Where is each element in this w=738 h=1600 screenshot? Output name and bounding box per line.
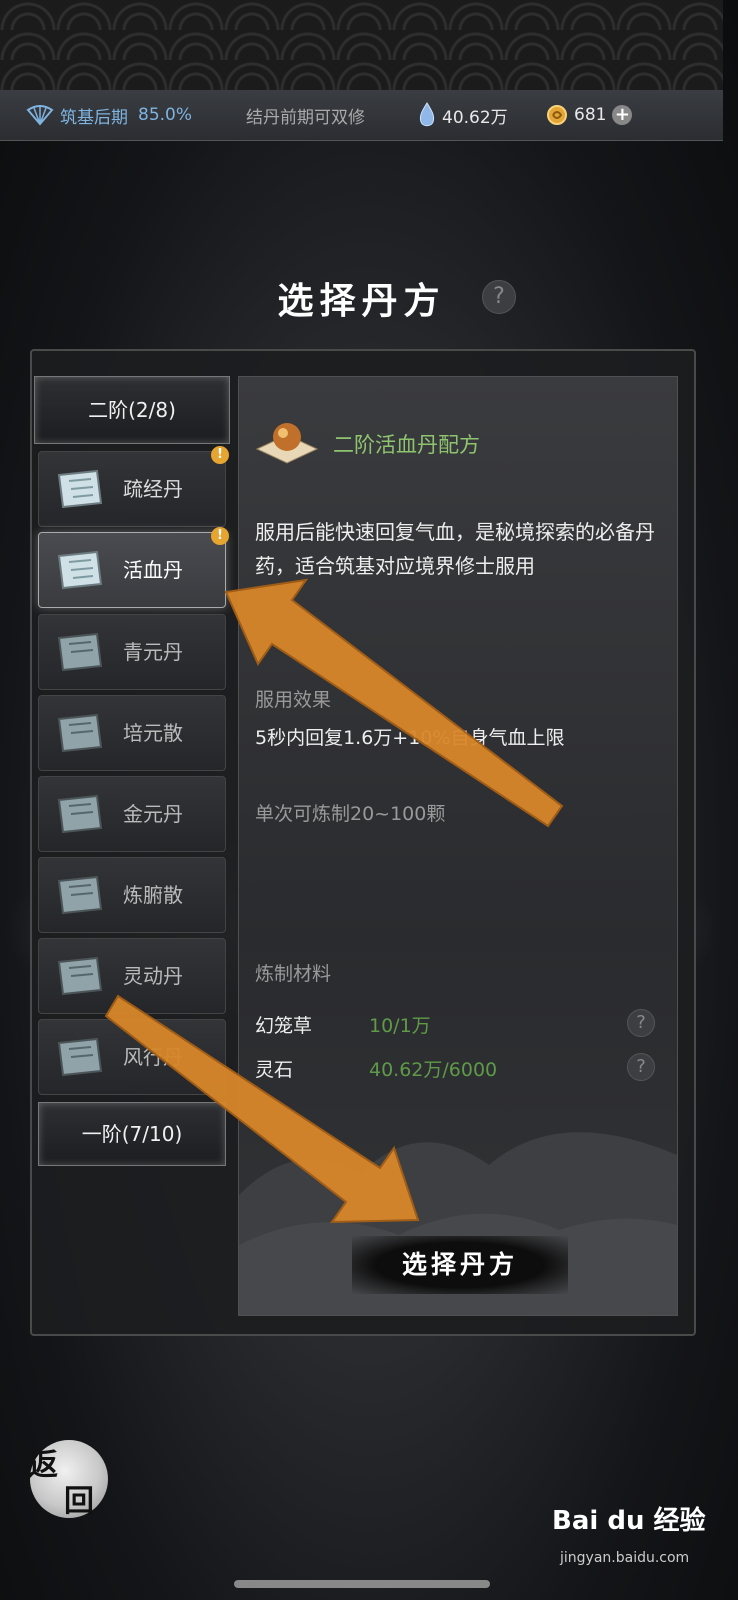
- scroll-icon: [57, 956, 103, 996]
- material-amount: 40.62万/6000: [369, 1059, 498, 1081]
- coin-icon: [547, 105, 567, 125]
- yield-text: 单次可炼制20~100颗: [255, 803, 446, 825]
- decorative-wave-band: [0, 0, 723, 90]
- watermark-url: jingyan.baidu.com: [560, 1550, 690, 1566]
- materials-label: 炼制材料: [255, 963, 332, 985]
- material-row: 灵石 40.62万/6000 ?: [255, 1053, 665, 1085]
- recipe-item-peiyuan[interactable]: 培元散: [38, 695, 226, 771]
- material-name: 幻笼草: [255, 1015, 313, 1037]
- home-indicator[interactable]: [234, 1580, 490, 1588]
- alert-badge: !: [211, 527, 229, 545]
- alert-badge: !: [211, 446, 229, 464]
- material-help-button[interactable]: ?: [627, 1053, 655, 1081]
- recipe-name: 疏经丹: [123, 477, 183, 501]
- spirit-stone-amount: 40.62万: [442, 107, 508, 128]
- baidu-watermark: Bai du 经验: [552, 1506, 706, 1536]
- scroll-icon: [57, 1037, 103, 1077]
- scroll-icon: [57, 632, 103, 672]
- tier2-header[interactable]: 二阶(2/8): [34, 376, 230, 444]
- spirit-stone-counter: 40.62万: [418, 102, 508, 128]
- add-coins-button[interactable]: +: [612, 105, 633, 125]
- help-button[interactable]: ?: [482, 280, 516, 314]
- material-row: 幻笼草 10/1万 ?: [255, 1009, 665, 1041]
- effect-label: 服用效果: [255, 689, 332, 711]
- back-char: 返: [28, 1448, 58, 1483]
- realm-percent: 85.0%: [138, 105, 193, 125]
- recipe-item-huoxue[interactable]: 活血丹 !: [38, 527, 229, 608]
- recipe-item-lingdong[interactable]: 灵动丹: [38, 938, 226, 1014]
- recipe-name: 青元丹: [123, 640, 183, 664]
- recipe-item-jinyuan[interactable]: 金元丹: [38, 776, 226, 852]
- back-button[interactable]: 返 回: [28, 1440, 108, 1519]
- material-help-button[interactable]: ?: [627, 1009, 655, 1037]
- pill-icon: [255, 423, 319, 464]
- dual-cultivation-hint: 结丹前期可双修: [246, 107, 365, 128]
- recipe-title: 二阶活血丹配方: [333, 433, 480, 457]
- recipe-name: 活血丹: [123, 558, 183, 582]
- material-amount: 10/1万: [369, 1015, 431, 1037]
- recipe-item-lianfu[interactable]: 炼腑散: [38, 857, 226, 933]
- recipe-description: 服用后能快速回复气血，是秘境探索的必备丹药，适合筑基对应境界修士服用: [255, 520, 655, 578]
- fan-icon: [26, 105, 54, 126]
- coin-amount: 681: [574, 105, 607, 125]
- material-name: 灵石: [255, 1059, 294, 1081]
- tier1-header[interactable]: 一阶(7/10): [38, 1102, 226, 1166]
- status-bar: 筑基后期 85.0% 结丹前期可双修 40.62万 681 +: [0, 90, 723, 141]
- recipe-name: 灵动丹: [123, 964, 183, 988]
- back-char: 回: [64, 1484, 94, 1519]
- coin-counter: 681 +: [546, 104, 633, 126]
- recipe-name: 金元丹: [123, 802, 183, 826]
- recipe-name: 培元散: [123, 721, 183, 745]
- recipe-item-fengxing[interactable]: 风行丹: [38, 1019, 226, 1095]
- scroll-icon: [57, 713, 103, 753]
- select-recipe-button[interactable]: 选择丹方: [352, 1236, 568, 1294]
- scroll-icon: [57, 550, 103, 590]
- recipe-name: 炼腑散: [123, 883, 183, 907]
- spirit-stone-icon: [419, 102, 435, 127]
- recipe-name: 风行丹: [123, 1045, 183, 1069]
- page-title: 选择丹方: [277, 280, 446, 322]
- scroll-icon: [57, 875, 103, 915]
- effect-text: 5秒内回复1.6万+10%自身气血上限: [255, 727, 565, 749]
- realm-label: 筑基后期: [60, 107, 128, 128]
- recipe-item-shujing[interactable]: 疏经丹 !: [38, 446, 229, 527]
- realm-status[interactable]: 筑基后期 85.0%: [26, 103, 192, 128]
- recipe-detail: 二阶活血丹配方 服用后能快速回复气血，是秘境探索的必备丹药，适合筑基对应境界修士…: [238, 376, 678, 1316]
- recipe-item-qingyuan[interactable]: 青元丹: [38, 614, 226, 690]
- scroll-icon: [57, 469, 103, 509]
- scroll-icon: [57, 794, 103, 834]
